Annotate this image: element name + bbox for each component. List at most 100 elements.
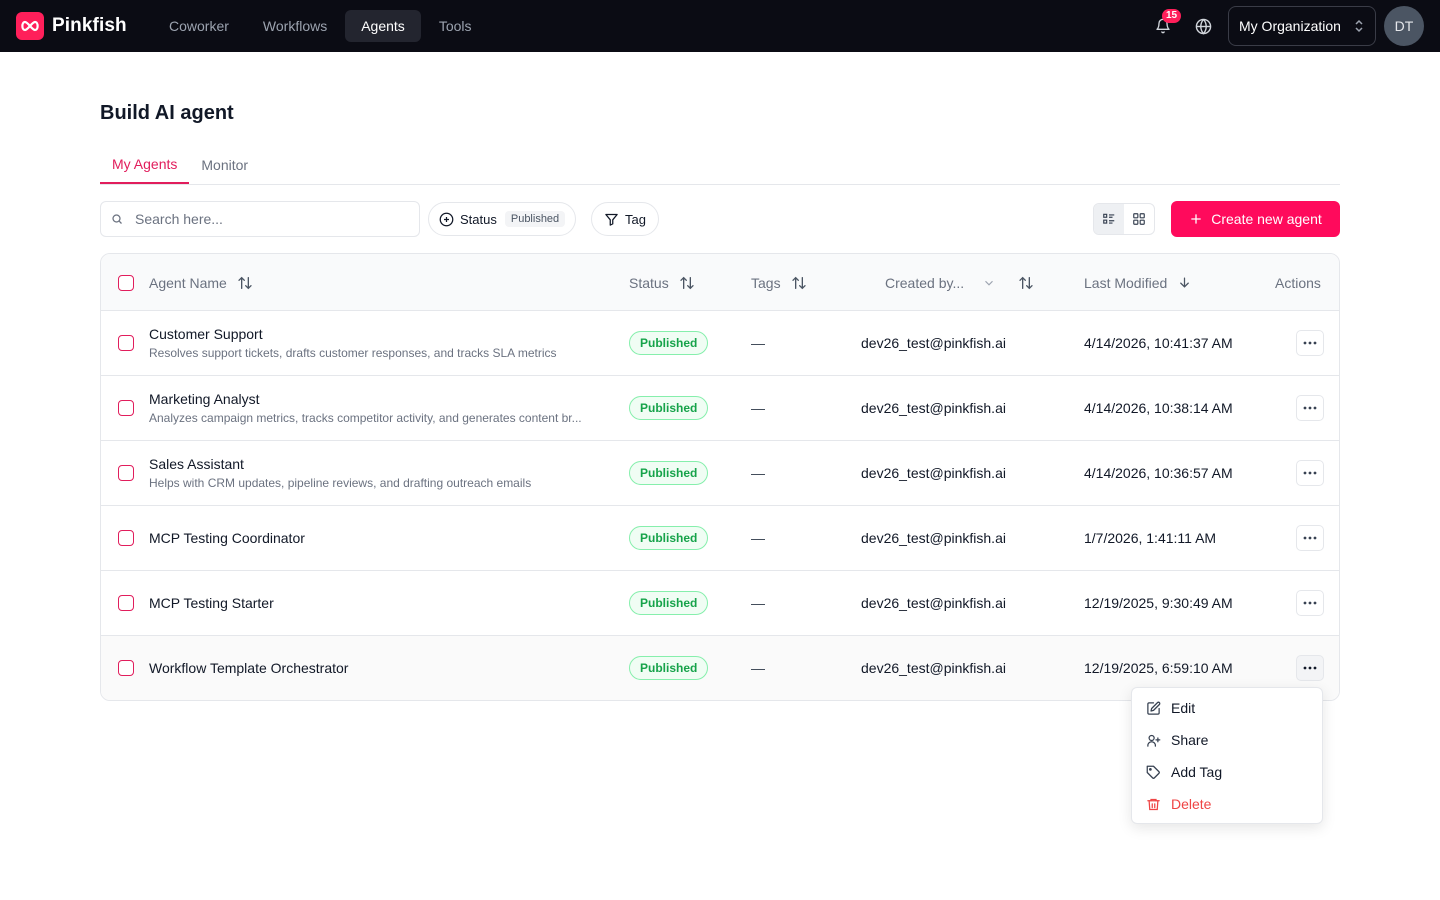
created-by-value: dev26_test@pinkfish.ai xyxy=(861,400,1006,416)
page-tabs: My Agents Monitor xyxy=(100,146,1340,185)
row-actions-menu: Edit Share Add Tag Delete xyxy=(1131,687,1323,824)
status-badge: Published xyxy=(629,526,709,550)
table-row[interactable]: MCP Testing Starter Published — dev26_te… xyxy=(101,571,1339,636)
table-row[interactable]: Sales Assistant Helps with CRM updates, … xyxy=(101,441,1339,506)
header-status[interactable]: Status xyxy=(629,254,695,311)
create-agent-button[interactable]: Create new agent xyxy=(1171,201,1340,237)
row-checkbox[interactable] xyxy=(118,530,134,546)
agent-description: Helps with CRM updates, pipeline reviews… xyxy=(149,476,532,490)
agent-name[interactable]: Sales Assistant xyxy=(149,456,244,472)
agent-name[interactable]: Marketing Analyst xyxy=(149,391,260,407)
row-actions-button[interactable] xyxy=(1296,395,1324,421)
nav-tools[interactable]: Tools xyxy=(423,10,488,42)
organization-select[interactable]: My Organization xyxy=(1228,6,1376,46)
header-agent-name[interactable]: Agent Name xyxy=(149,254,253,311)
sort-icon xyxy=(791,276,806,289)
menu-item-label: Edit xyxy=(1171,700,1196,716)
row-checkbox[interactable] xyxy=(118,595,134,611)
tag-filter-button[interactable]: Tag xyxy=(591,202,659,236)
brand-name: Pinkfish xyxy=(52,15,127,36)
row-actions-button[interactable] xyxy=(1296,460,1324,486)
select-all-cell xyxy=(118,254,134,311)
more-horizontal-icon xyxy=(1303,406,1317,410)
menu-item-share[interactable]: Share xyxy=(1136,724,1318,756)
menu-item-delete[interactable]: Delete xyxy=(1136,788,1318,820)
header-created-by[interactable]: Created by... xyxy=(885,254,1034,311)
brand[interactable]: Pinkfish xyxy=(16,12,127,40)
header-created-by-label: Created by... xyxy=(885,274,965,291)
pinkfish-logo-icon xyxy=(16,12,44,40)
row-actions-button[interactable] xyxy=(1296,655,1324,681)
row-checkbox[interactable] xyxy=(118,660,134,676)
table-row[interactable]: Customer Support Resolves support ticket… xyxy=(101,311,1339,376)
sort-icon xyxy=(1019,276,1033,289)
menu-item-edit[interactable]: Edit xyxy=(1136,692,1318,724)
table-header: Agent Name Status Tags Created by... Las… xyxy=(101,254,1339,311)
menu-item-label: Add Tag xyxy=(1171,764,1223,780)
row-checkbox[interactable] xyxy=(118,335,134,351)
header-agent-name-label: Agent Name xyxy=(149,274,227,291)
table-row[interactable]: Marketing Analyst Analyzes campaign metr… xyxy=(101,376,1339,441)
search-icon xyxy=(112,214,122,224)
last-modified-value: 4/14/2026, 10:36:57 AM xyxy=(1084,465,1233,481)
notifications-button[interactable]: 15 xyxy=(1148,9,1182,41)
tags-value: — xyxy=(751,660,765,676)
chevron-up-down-icon xyxy=(1355,19,1363,33)
tab-my-agents[interactable]: My Agents xyxy=(100,146,190,184)
sort-icon xyxy=(238,276,252,289)
row-actions-button[interactable] xyxy=(1296,330,1324,356)
table-row[interactable]: MCP Testing Coordinator Published — dev2… xyxy=(101,506,1339,571)
share-user-icon xyxy=(1147,734,1161,747)
language-button[interactable] xyxy=(1188,11,1218,41)
row-checkbox[interactable] xyxy=(118,465,134,481)
globe-icon xyxy=(1195,18,1211,35)
status-badge: Published xyxy=(629,461,709,485)
nav-agents[interactable]: Agents xyxy=(345,10,421,42)
main-nav: Coworker Workflows Agents Tools xyxy=(153,10,488,42)
menu-item-add-tag[interactable]: Add Tag xyxy=(1136,756,1318,788)
more-horizontal-icon xyxy=(1303,601,1317,605)
page-title: Build AI agent xyxy=(100,102,234,124)
status-badge: Published xyxy=(629,656,709,680)
header-tags[interactable]: Tags xyxy=(751,254,807,311)
agent-name[interactable]: Workflow Template Orchestrator xyxy=(149,660,348,676)
status-filter-value: Published xyxy=(504,211,566,227)
chevron-down-icon xyxy=(985,280,994,286)
row-actions-button[interactable] xyxy=(1296,525,1324,551)
tab-monitor[interactable]: Monitor xyxy=(189,146,260,184)
row-actions-button[interactable] xyxy=(1296,590,1324,616)
status-filter-button[interactable]: Status Published xyxy=(428,202,577,236)
notification-count-badge: 15 xyxy=(1162,9,1182,23)
header-last-modified[interactable]: Last Modified xyxy=(1084,254,1192,311)
tags-value: — xyxy=(751,400,765,416)
filter-icon xyxy=(605,213,618,226)
menu-item-label: Share xyxy=(1171,732,1209,748)
create-agent-label: Create new agent xyxy=(1211,211,1322,227)
search-box xyxy=(100,201,420,237)
row-checkbox[interactable] xyxy=(118,400,134,416)
grid-view-button[interactable] xyxy=(1124,204,1154,234)
nav-coworker[interactable]: Coworker xyxy=(153,10,245,42)
organization-name: My Organization xyxy=(1239,18,1341,34)
agents-toolbar: Status Published Tag Create new agent xyxy=(100,200,1340,238)
created-by-value: dev26_test@pinkfish.ai xyxy=(861,595,1006,611)
status-filter-label: Status xyxy=(460,211,497,227)
tags-value: — xyxy=(751,595,765,611)
search-input[interactable] xyxy=(135,211,395,227)
select-all-checkbox[interactable] xyxy=(118,274,134,291)
header-status-label: Status xyxy=(629,274,669,291)
menu-item-label: Delete xyxy=(1171,796,1212,812)
tag-icon xyxy=(1146,765,1160,779)
list-view-button[interactable] xyxy=(1094,204,1124,234)
user-avatar[interactable]: DT xyxy=(1384,6,1424,46)
agent-name[interactable]: Customer Support xyxy=(149,326,263,342)
agent-name[interactable]: MCP Testing Starter xyxy=(149,595,274,611)
tag-filter-label: Tag xyxy=(625,211,646,227)
agent-name[interactable]: MCP Testing Coordinator xyxy=(149,530,305,546)
more-horizontal-icon xyxy=(1303,666,1317,670)
last-modified-value: 12/19/2025, 9:30:49 AM xyxy=(1084,595,1233,611)
more-horizontal-icon xyxy=(1303,471,1317,475)
agent-description: Analyzes campaign metrics, tracks compet… xyxy=(149,411,582,425)
header-actions: Actions xyxy=(1275,254,1321,311)
nav-workflows[interactable]: Workflows xyxy=(247,10,343,42)
